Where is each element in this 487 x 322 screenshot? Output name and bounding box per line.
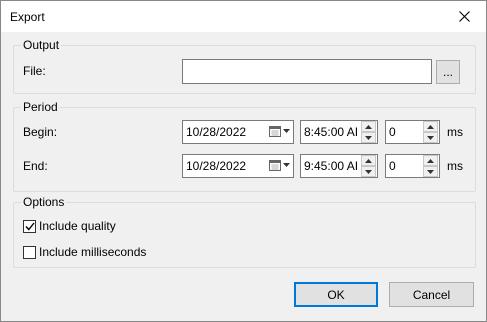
begin-ms-value: 0 — [389, 125, 396, 139]
end-date-picker[interactable]: 10/28/2022 — [182, 154, 294, 178]
ok-button[interactable]: OK — [294, 282, 378, 307]
include-quality-label: Include quality — [39, 219, 116, 233]
browse-button[interactable]: ... — [436, 60, 460, 84]
spin-down-icon[interactable] — [423, 166, 438, 177]
spin-up-icon[interactable] — [423, 121, 438, 132]
begin-calendar-button[interactable] — [269, 125, 290, 137]
calendar-icon — [269, 126, 281, 137]
end-label: End: — [23, 159, 48, 173]
end-ms-spinner[interactable] — [423, 155, 438, 177]
include-milliseconds-label: Include milliseconds — [39, 245, 147, 259]
begin-ms-spinner[interactable] — [423, 121, 438, 143]
begin-ms-input[interactable]: 0 — [385, 120, 440, 144]
output-group-title: Output — [21, 38, 62, 52]
cancel-button-label: Cancel — [412, 287, 451, 302]
include-milliseconds-box[interactable] — [23, 245, 36, 259]
chevron-down-icon — [283, 129, 290, 133]
include-quality-box[interactable] — [23, 219, 36, 233]
begin-date-picker[interactable]: 10/28/2022 — [182, 120, 294, 144]
end-time-value: 9:45:00 AI — [304, 159, 359, 173]
window-title: Export — [10, 10, 45, 24]
options-group-title: Options — [21, 195, 67, 209]
cancel-button[interactable]: Cancel — [389, 282, 474, 307]
begin-label: Begin: — [23, 125, 58, 139]
export-dialog: Export Output File: ... Period Begin: 10… — [0, 0, 487, 322]
begin-time-input[interactable]: 8:45:00 AI — [300, 120, 378, 144]
chevron-down-icon — [283, 163, 290, 167]
spin-down-icon[interactable] — [361, 166, 376, 177]
spin-up-icon[interactable] — [423, 155, 438, 166]
spin-down-icon[interactable] — [361, 132, 376, 143]
spin-up-icon[interactable] — [361, 121, 376, 132]
begin-time-value: 8:45:00 AI — [304, 125, 359, 139]
begin-date-value: 10/28/2022 — [186, 125, 247, 139]
check-icon — [24, 222, 35, 231]
title-bar: Export — [1, 1, 486, 32]
end-date-value: 10/28/2022 — [186, 159, 247, 173]
file-label: File: — [23, 64, 46, 78]
file-input[interactable] — [182, 59, 432, 84]
begin-time-spinner[interactable] — [361, 121, 376, 143]
begin-ms-unit: ms — [447, 125, 463, 139]
period-group-title: Period — [21, 100, 60, 114]
end-ms-value: 0 — [389, 159, 396, 173]
end-ms-unit: ms — [447, 159, 463, 173]
close-button[interactable] — [442, 1, 486, 32]
ok-button-label: OK — [327, 287, 345, 302]
calendar-icon — [269, 160, 281, 171]
end-time-spinner[interactable] — [361, 155, 376, 177]
close-icon — [458, 11, 470, 22]
end-calendar-button[interactable] — [269, 159, 290, 171]
browse-button-label: ... — [442, 65, 453, 79]
end-time-input[interactable]: 9:45:00 AI — [300, 154, 378, 178]
spin-down-icon[interactable] — [423, 132, 438, 143]
include-quality-checkbox[interactable]: Include quality — [23, 219, 116, 233]
end-ms-input[interactable]: 0 — [385, 154, 440, 178]
include-milliseconds-checkbox[interactable]: Include milliseconds — [23, 245, 146, 259]
spin-up-icon[interactable] — [361, 155, 376, 166]
